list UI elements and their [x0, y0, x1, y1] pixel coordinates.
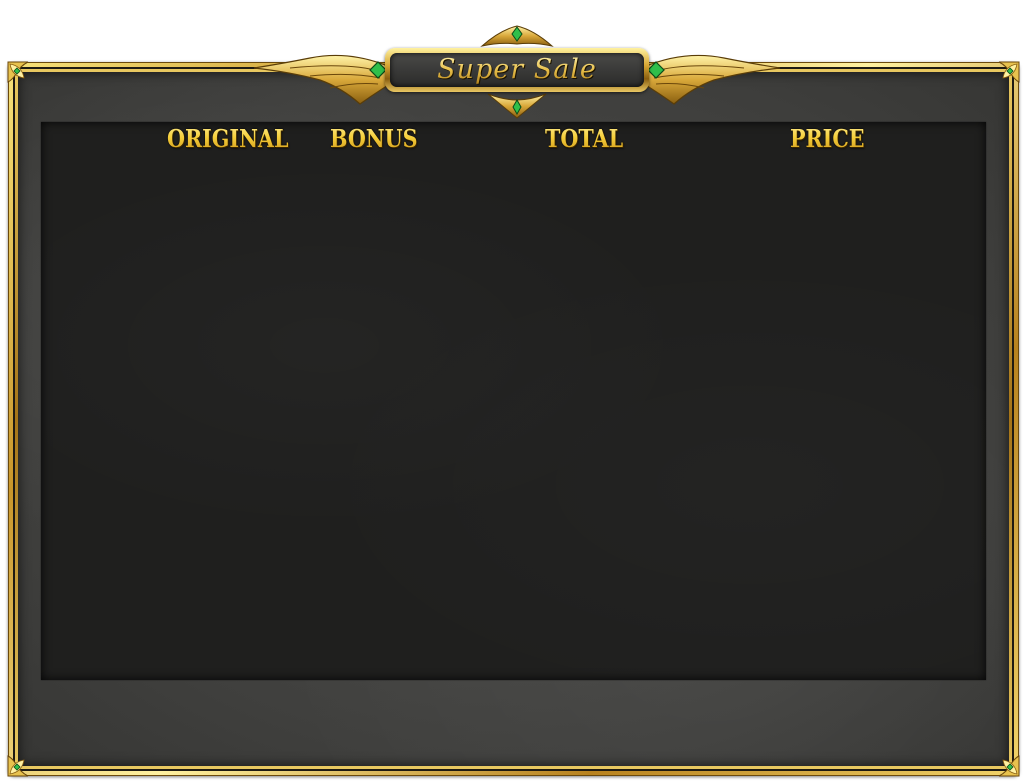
super-sale-window: ORIGINAL BONUS TOTAL PRICE Super Sale: [0, 0, 1027, 782]
column-header-original: ORIGINAL: [167, 121, 288, 157]
column-header-bonus: BONUS: [330, 121, 418, 157]
title-plaque-inner: Super Sale: [390, 53, 644, 87]
column-header-total: TOTAL: [545, 121, 623, 157]
corner-ornament-icon: [7, 61, 29, 83]
corner-ornament-icon: [7, 755, 29, 777]
corner-ornament-icon: [998, 755, 1020, 777]
offers-list-area: [41, 122, 986, 680]
window-title: Super Sale: [437, 54, 597, 85]
title-banner: Super Sale: [250, 22, 784, 122]
corner-ornament-icon: [998, 61, 1020, 83]
title-plaque: Super Sale: [385, 48, 649, 92]
column-header-price: PRICE: [790, 121, 864, 157]
